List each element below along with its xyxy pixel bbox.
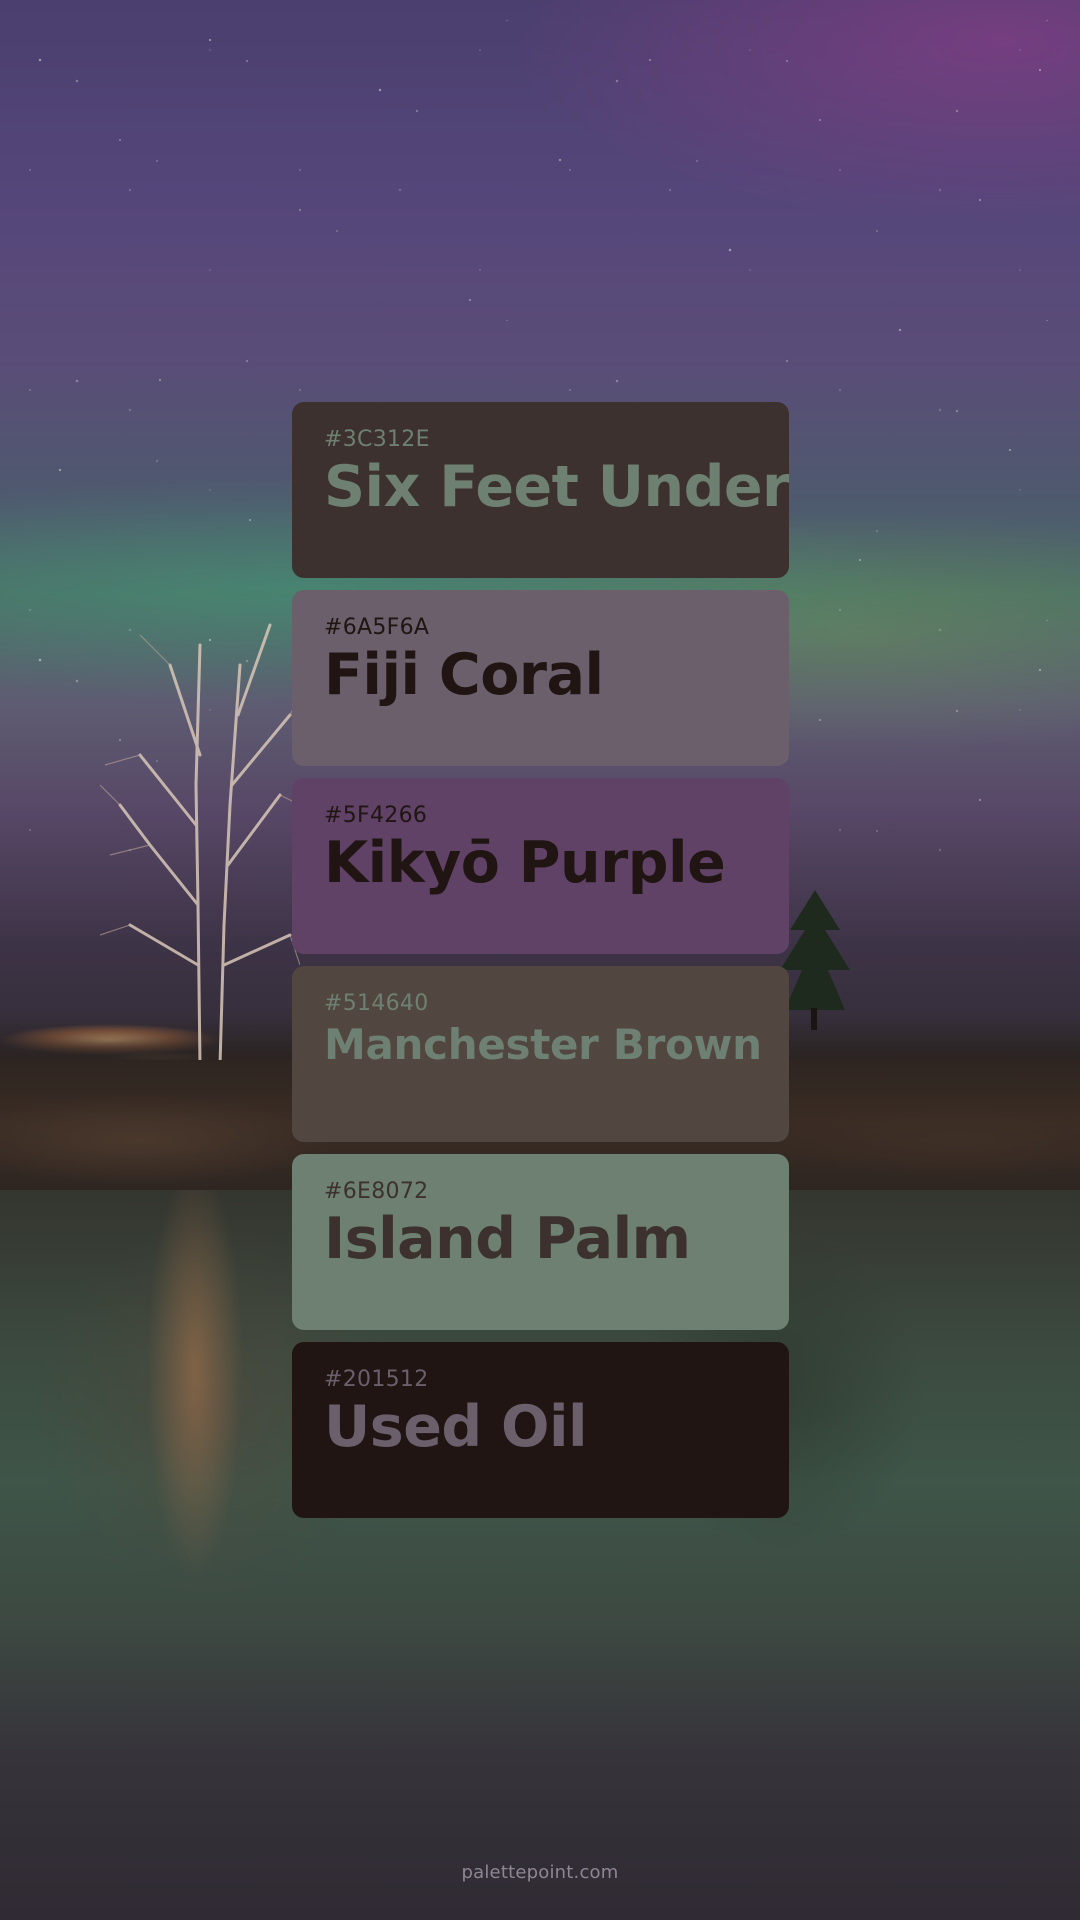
swatch-hex-code: #3C312E: [324, 427, 430, 452]
swatch-color-name: Used Oil: [324, 1394, 588, 1460]
swatch-color-name: Fiji Coral: [324, 642, 604, 708]
swatch-hex-code: #6E8072: [324, 1179, 429, 1204]
swatch-hex-code: #514640: [324, 991, 429, 1016]
swatch-hex-code: #6A5F6A: [324, 615, 430, 640]
pine-tree-illustration: [780, 890, 850, 1030]
color-swatch-card[interactable]: #5F4266 Kikyō Purple: [292, 778, 789, 954]
color-swatch-card[interactable]: #6A5F6A Fiji Coral: [292, 590, 789, 766]
swatch-color-name: Six Feet Under: [324, 454, 789, 520]
swatch-color-name: Kikyō Purple: [324, 830, 726, 896]
color-swatch-card[interactable]: #6E8072 Island Palm: [292, 1154, 789, 1330]
color-swatch-card[interactable]: #514640 Manchester Brown: [292, 966, 789, 1142]
swatch-hex-code: #5F4266: [324, 803, 428, 828]
color-palette: #3C312E Six Feet Under #6A5F6A Fiji Cora…: [292, 402, 789, 1530]
color-swatch-card[interactable]: #201512 Used Oil: [292, 1342, 789, 1518]
swatch-color-name: Manchester Brown: [324, 1020, 762, 1069]
color-swatch-card[interactable]: #3C312E Six Feet Under: [292, 402, 789, 578]
site-watermark[interactable]: palettepoint.com: [0, 1862, 1080, 1883]
birch-tree-illustration: [100, 623, 300, 1065]
swatch-hex-code: #201512: [324, 1367, 429, 1392]
swatch-color-name: Island Palm: [324, 1206, 691, 1272]
